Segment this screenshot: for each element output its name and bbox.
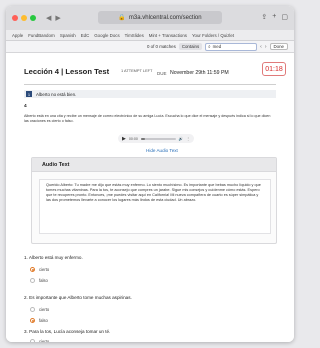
close-window-button[interactable] (12, 15, 18, 21)
due-label: DUE (157, 71, 167, 76)
option-label: falso (39, 318, 48, 323)
title-bar: ◀ ▶ 🔒 m3a.vhlcentral.com/section ⇪ + ▢ (6, 6, 294, 30)
find-query: med (212, 44, 222, 49)
bookmark-item[interactable]: EdC (81, 33, 90, 38)
option-label: cierto (39, 267, 50, 272)
option-cierto[interactable]: cierto (30, 339, 49, 342)
toolbar-right: ⇪ + ▢ (261, 13, 288, 21)
audio-text-title: Audio Text (32, 158, 276, 172)
timer: 01:18 (262, 62, 286, 76)
divider (24, 84, 276, 85)
question-text: Es importante que Alberto tome muchas as… (29, 295, 132, 300)
audio-text-panel: Audio Text Querido Alberto: Tu madre me … (31, 157, 277, 244)
audio-time: 00:00 (128, 136, 138, 141)
option-label: cierto (39, 339, 50, 342)
audio-progress-bar[interactable] (140, 137, 176, 140)
section-number: 1 (26, 91, 32, 97)
attempts-left: 1 ATTEMPT LEFT (121, 68, 153, 73)
url-text: m3a.vhlcentral.com/section (128, 14, 202, 21)
bookmark-item[interactable]: TimSlides (125, 33, 144, 38)
find-next-button[interactable]: › (265, 44, 267, 50)
bookmark-item[interactable]: Apple (12, 33, 23, 38)
bookmark-item[interactable]: Spanish (60, 33, 76, 38)
question-2: 2. Es importante que Alberto tome muchas… (24, 295, 132, 300)
question-text: Para la tos, Lucía aconseja tomar un té. (29, 329, 111, 334)
question-number: 1. (24, 255, 28, 260)
radio-button[interactable] (30, 339, 35, 342)
back-icon[interactable]: ◀ (46, 14, 51, 22)
section-title: Alberto no está bien. (36, 91, 77, 97)
bookmark-item[interactable]: Mint + Transactions (149, 33, 187, 38)
new-tab-icon[interactable]: + (272, 13, 276, 21)
find-mode-select[interactable]: Contains (178, 43, 203, 50)
minimize-window-button[interactable] (21, 15, 27, 21)
share-icon[interactable]: ⇪ (261, 13, 267, 21)
option-label: cierto (39, 307, 50, 312)
radio-button[interactable] (30, 267, 35, 272)
lock-icon: 🔒 (118, 15, 126, 21)
bookmarks-bar: Apple FundBandorn Spanish EdC Google Doc… (6, 30, 294, 41)
audio-progress-fill (140, 137, 146, 140)
option-falso[interactable]: falso (30, 278, 48, 283)
bookmark-item[interactable]: FundBandorn (28, 33, 55, 38)
maximize-window-button[interactable] (30, 15, 36, 21)
page-title: Lección 4 | Lesson Test (24, 67, 110, 76)
browser-window: ◀ ▶ 🔒 m3a.vhlcentral.com/section ⇪ + ▢ A… (6, 6, 294, 342)
option-cierto[interactable]: cierto (30, 267, 49, 272)
tabs-overview-icon[interactable]: ▢ (281, 13, 288, 21)
question-number: 2. (24, 295, 28, 300)
question-number: 3. (24, 329, 28, 334)
section-header: 1 Alberto no está bien. (24, 90, 276, 98)
audio-player: ▶ 00:00 🔊 ⋮ (118, 134, 194, 143)
address-bar[interactable]: 🔒 m3a.vhlcentral.com/section (98, 11, 222, 24)
more-icon[interactable]: ⋮ (186, 137, 190, 141)
option-falso[interactable]: falso (30, 318, 48, 323)
due-date: November 29th 11:59 PM (170, 70, 229, 76)
find-input[interactable]: ⌕ med (205, 42, 258, 51)
bookmark-item[interactable]: Google Docs (94, 33, 119, 38)
search-icon: ⌕ (208, 44, 211, 49)
option-label: falso (39, 278, 48, 283)
audio-text-body: Querido Alberto: Tu madre me dijo que es… (39, 179, 271, 234)
volume-icon[interactable]: 🔊 (179, 137, 183, 141)
instructions: Alberto está en una cita y recibe un men… (24, 114, 271, 124)
find-bar: 0 of 0 matches Contains ⌕ med ‹ › Done (6, 41, 294, 53)
forward-icon[interactable]: ▶ (55, 14, 60, 22)
window-controls (12, 15, 36, 21)
play-icon[interactable]: ▶ (122, 136, 126, 142)
nav-arrows: ◀ ▶ (46, 14, 61, 22)
radio-button[interactable] (30, 307, 35, 312)
hide-audio-text-link[interactable]: Hide Audio Text (146, 148, 178, 153)
radio-button[interactable] (30, 318, 35, 323)
question-3: 3. Para la tos, Lucía aconseja tomar un … (24, 329, 110, 334)
item-number: 4 (24, 104, 27, 109)
question-1: 1. Alberto está muy enfermo. (24, 255, 83, 260)
bookmark-item[interactable]: Your Folders / Quizlet (192, 33, 234, 38)
question-text: Alberto está muy enfermo. (28, 255, 83, 260)
option-cierto[interactable]: cierto (30, 307, 49, 312)
match-count: 0 of 0 matches (147, 44, 176, 49)
find-done-button[interactable]: Done (269, 43, 288, 50)
page-content: Lección 4 | Lesson Test 1 ATTEMPT LEFT D… (6, 53, 294, 342)
radio-button[interactable] (30, 278, 35, 283)
find-previous-button[interactable]: ‹ (260, 44, 262, 50)
